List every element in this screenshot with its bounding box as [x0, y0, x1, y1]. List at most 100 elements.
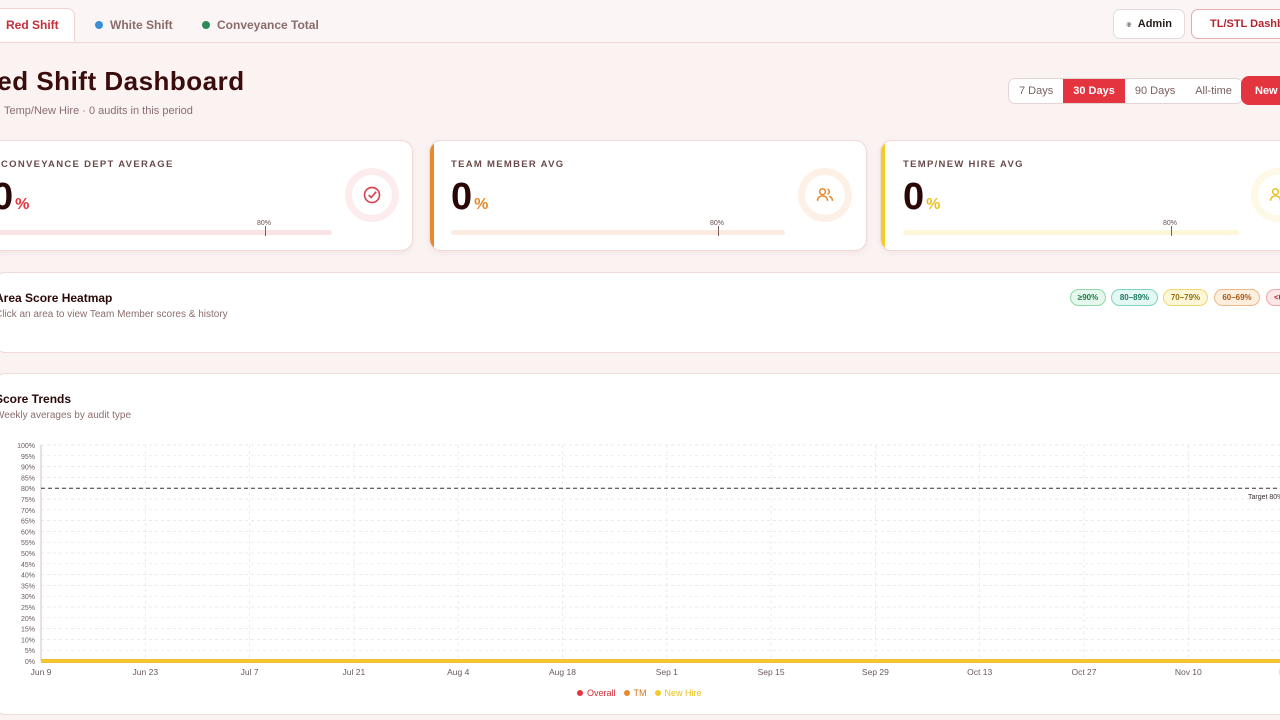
target-label: 80% [257, 220, 272, 227]
card-value: 0% [903, 176, 941, 218]
card-value: 0% [451, 176, 489, 218]
target-marker [718, 226, 719, 236]
tl-label: TL/STL Dashboard [1210, 18, 1280, 30]
x-tick-label: Jun 23 [133, 667, 159, 677]
trends-title: Score Trends [0, 392, 72, 406]
progress-track [451, 230, 785, 235]
x-tick-label: Sep 1 [656, 667, 678, 677]
y-tick-label: 30% [21, 594, 35, 601]
x-tick-label: Jul 21 [343, 667, 366, 677]
heatmap-subtitle: Click an area to view Team Member scores… [0, 309, 228, 320]
range-all-time[interactable]: All-time [1185, 79, 1242, 103]
x-tick-label: Aug 4 [447, 667, 469, 677]
x-tick-label: Aug 18 [549, 667, 576, 677]
heatmap-title: Area Score Heatmap [0, 291, 113, 305]
y-tick-label: 45% [21, 562, 35, 569]
new-audit-label: New Audit [1255, 84, 1280, 97]
legend-pill-below-60: <60% [1266, 289, 1280, 306]
stat-card-dept-average: CONVEYANCE DEPT AVERAGE 0% 80% [0, 140, 413, 251]
y-tick-label: 35% [21, 583, 35, 590]
target-label: Target 80% [1248, 494, 1280, 501]
badge [798, 168, 852, 222]
x-tick-label: Nov 10 [1175, 667, 1202, 677]
y-tick-label: 75% [21, 497, 35, 504]
admin-button[interactable]: Admin [1113, 9, 1185, 39]
users-icon [1269, 188, 1280, 201]
y-tick-label: 60% [21, 529, 35, 536]
legend-tm[interactable]: TM [634, 688, 647, 698]
y-tick-label: 80% [21, 486, 35, 493]
y-tick-label: 90% [21, 465, 35, 472]
tl-stl-dashboard-button[interactable]: TL/STL Dashboard [1191, 9, 1280, 39]
chart-legend: Overall TM New Hire [577, 688, 702, 698]
legend-pill-60: 60–69% [1214, 289, 1260, 306]
badge [345, 168, 399, 222]
y-tick-label: 15% [21, 627, 35, 634]
target-label: 80% [710, 220, 725, 227]
y-tick-label: 25% [21, 605, 35, 612]
target-marker [265, 226, 266, 236]
date-range-selector: 7 Days 30 Days 90 Days All-time [1008, 78, 1243, 104]
new-hire-dot-icon [654, 690, 661, 696]
target-marker [1171, 226, 1172, 236]
target-label: 80% [1163, 220, 1178, 227]
x-tick-label: Sep 29 [862, 667, 889, 677]
x-tick-label: Oct 27 [1071, 667, 1096, 677]
users-icon [816, 188, 834, 201]
y-tick-label: 100% [17, 443, 35, 450]
range-30-days[interactable]: 30 Days [1063, 79, 1125, 103]
legend-overall[interactable]: Overall [587, 688, 616, 698]
page-subtitle: Temp/New Hire · 0 audits in this period [4, 105, 193, 117]
admin-label: Admin [1137, 18, 1172, 30]
card-label: TEMP/NEW HIRE AVG [903, 159, 1024, 170]
tab-conveyance-total[interactable]: Conveyance Total [202, 8, 319, 41]
x-tick-label: Jun 9 [31, 667, 52, 677]
score-trends-chart: 0% 5% 10% 15% 20% 25% 30% 35% 40% 45% 50% 55% 60% 65%… [17, 443, 1280, 677]
card-accent [881, 141, 885, 250]
card-value: 0% [0, 176, 30, 218]
legend-pill-70: 70–79% [1163, 289, 1208, 306]
x-tick-label: Jul 7 [241, 667, 259, 677]
stat-card-temp-new-hire-avg: TEMP/NEW HIRE AVG 0% 80% [880, 140, 1280, 251]
y-tick-label: 20% [21, 616, 35, 623]
legend-new-hire[interactable]: New Hire [665, 688, 702, 698]
tm-dot-icon [623, 690, 630, 696]
y-tick-label: 65% [21, 519, 35, 526]
range-90-days[interactable]: 90 Days [1125, 79, 1185, 103]
card-label: TEAM MEMBER AVG [451, 159, 565, 170]
y-tick-label: 40% [21, 573, 35, 580]
y-tick-label: 0% [25, 659, 35, 666]
legend-pill-80: 80–89% [1111, 289, 1158, 306]
check-circle-icon [363, 186, 381, 204]
legend-pill-90: ≥90% [1070, 289, 1106, 306]
green-dot-icon [202, 20, 210, 29]
progress-track [0, 230, 332, 235]
y-tick-label: 50% [21, 551, 35, 558]
tab-label: Red Shift [6, 18, 59, 32]
y-tick-label: 10% [21, 637, 35, 644]
card-label: CONVEYANCE DEPT AVERAGE [1, 159, 174, 170]
x-tick-label: Sep 15 [758, 667, 785, 677]
blue-dot-icon [95, 20, 103, 29]
tab-red-shift[interactable]: Red Shift [0, 8, 75, 41]
card-accent [430, 141, 434, 250]
badge [1251, 168, 1280, 222]
gear-icon [1126, 21, 1132, 27]
page-title: Red Shift Dashboard [0, 66, 245, 96]
y-tick-label: 5% [25, 648, 35, 655]
new-audit-button[interactable]: New Audit [1241, 76, 1280, 105]
y-tick-label: 95% [21, 454, 35, 461]
trends-subtitle: Weekly averages by audit type [0, 410, 132, 421]
range-7-days[interactable]: 7 Days [1009, 79, 1063, 103]
y-tick-label: 85% [21, 475, 35, 482]
overall-dot-icon [577, 690, 583, 696]
x-tick-label: Oct 13 [967, 667, 992, 677]
progress-track [903, 230, 1239, 235]
y-tick-label: 55% [21, 540, 35, 547]
stat-card-team-member-avg: TEAM MEMBER AVG 0% 80% [429, 140, 867, 251]
shift-tab-bar: Red Shift White Shift Conveyance Total A… [0, 0, 1280, 43]
y-tick-label: 70% [21, 508, 35, 515]
tab-label: Conveyance Total [217, 17, 319, 32]
tab-white-shift[interactable]: White Shift [95, 8, 173, 41]
tab-label: White Shift [110, 17, 173, 32]
